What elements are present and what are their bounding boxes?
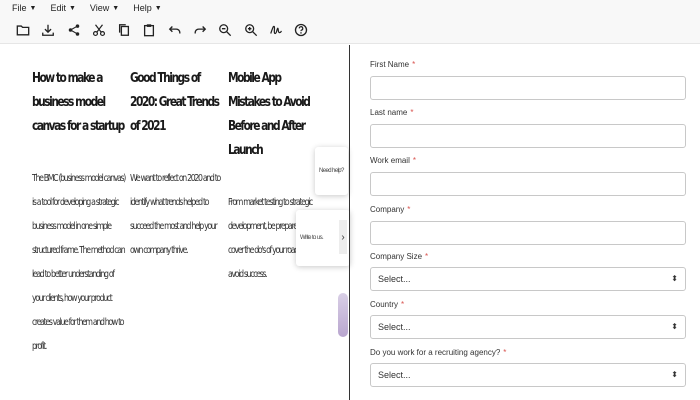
last-name-group: Last name * bbox=[370, 108, 686, 148]
first-name-label: First Name * bbox=[370, 60, 416, 69]
redo-icon bbox=[194, 26, 207, 34]
download-icon bbox=[42, 24, 55, 36]
share-button[interactable] bbox=[67, 21, 92, 39]
work-email-label: Work email * bbox=[370, 156, 416, 165]
select-arrows-icon: ⬍ bbox=[671, 322, 678, 331]
company-size-value: Select... bbox=[378, 274, 411, 284]
recruiting-agency-select[interactable]: Select... ⬍ bbox=[370, 363, 686, 387]
chat-popup-text: Need help? bbox=[319, 168, 344, 174]
article-title[interactable]: How to make a business model canvas for … bbox=[32, 67, 125, 139]
chat-popup-secondary-text: Write to us. bbox=[300, 235, 324, 241]
menu-view[interactable]: View ▼ bbox=[90, 3, 119, 13]
menu-view-label: View bbox=[89, 3, 110, 13]
redo-button[interactable] bbox=[193, 21, 218, 39]
zoom-out-button[interactable] bbox=[218, 21, 243, 39]
signature-button[interactable] bbox=[269, 21, 294, 39]
article-excerpt: We want to reflect on 2020 and to identi… bbox=[130, 173, 221, 256]
zoom-out-icon bbox=[219, 24, 232, 37]
menu-edit-label: Edit bbox=[50, 3, 66, 13]
country-select[interactable]: Select... ⬍ bbox=[370, 315, 686, 339]
company-field[interactable] bbox=[370, 221, 686, 245]
first-name-group: First Name * bbox=[370, 60, 686, 100]
zoom-in-icon bbox=[244, 24, 257, 37]
article-excerpt: The BMC (business model canvas) is a too… bbox=[32, 173, 126, 352]
recruiting-agency-value: Select... bbox=[378, 370, 411, 380]
caret-down-icon: ▼ bbox=[68, 4, 76, 12]
download-button[interactable] bbox=[41, 21, 66, 39]
icon-toolbar bbox=[16, 21, 320, 39]
article-title[interactable]: Good Things of 2020: Great Trends of 202… bbox=[130, 67, 223, 139]
company-label: Company * bbox=[370, 205, 411, 214]
cut-icon bbox=[92, 24, 105, 37]
menu-bar: File ▼ Edit ▼ View ▼ Help ▼ bbox=[12, 3, 176, 13]
open-folder-button[interactable] bbox=[16, 21, 41, 39]
share-icon bbox=[68, 24, 79, 36]
last-name-label: Last name * bbox=[370, 108, 414, 117]
caret-down-icon: ▼ bbox=[154, 4, 162, 12]
company-size-select[interactable]: Select... ⬍ bbox=[370, 267, 686, 291]
article-card[interactable]: Good Things of 2020: Great Trends of 202… bbox=[130, 67, 222, 263]
article-card[interactable]: How to make a business model canvas for … bbox=[32, 67, 126, 359]
work-email-group: Work email * bbox=[370, 156, 686, 196]
company-size-group: Company Size * Select... ⬍ bbox=[370, 252, 686, 291]
last-name-field[interactable] bbox=[370, 124, 686, 148]
recruiting-agency-label: Do you work for a recruiting agency? * bbox=[370, 348, 507, 357]
menu-file[interactable]: File ▼ bbox=[12, 3, 36, 13]
chat-popup[interactable]: Need help? bbox=[315, 147, 348, 195]
undo-icon bbox=[168, 26, 181, 34]
pane-divider[interactable] bbox=[349, 45, 350, 400]
caret-down-icon: ▼ bbox=[29, 4, 37, 12]
help-button[interactable] bbox=[294, 21, 319, 39]
country-value: Select... bbox=[378, 322, 411, 332]
cut-button[interactable] bbox=[92, 21, 117, 39]
menu-help-label: Help bbox=[133, 3, 152, 13]
article-title[interactable]: Mobile App Mistakes to Avoid Before and … bbox=[228, 67, 321, 163]
folder-icon bbox=[16, 25, 30, 36]
copy-button[interactable] bbox=[117, 21, 142, 39]
zoom-in-button[interactable] bbox=[244, 21, 269, 39]
chat-launcher-handle[interactable] bbox=[338, 293, 348, 337]
signature-icon bbox=[270, 25, 282, 35]
undo-button[interactable] bbox=[168, 21, 193, 39]
help-icon bbox=[295, 23, 308, 37]
caret-down-icon: ▼ bbox=[112, 4, 120, 12]
country-group: Country * Select... ⬍ bbox=[370, 300, 686, 339]
work-email-field[interactable] bbox=[370, 172, 686, 196]
chevron-right-icon[interactable]: › bbox=[339, 220, 347, 254]
country-label: Country * bbox=[370, 300, 405, 309]
paste-button[interactable] bbox=[142, 21, 167, 39]
copy-icon bbox=[119, 24, 130, 36]
menu-help[interactable]: Help ▼ bbox=[133, 3, 161, 13]
company-group: Company * bbox=[370, 205, 686, 245]
select-arrows-icon: ⬍ bbox=[671, 274, 678, 283]
app-toolbar: File ▼ Edit ▼ View ▼ Help ▼ bbox=[0, 0, 700, 44]
company-size-label: Company Size * bbox=[370, 252, 429, 261]
select-arrows-icon: ⬍ bbox=[671, 370, 678, 379]
first-name-field[interactable] bbox=[370, 76, 686, 100]
menu-file-label: File bbox=[12, 3, 27, 13]
paste-icon bbox=[144, 24, 155, 37]
menu-edit[interactable]: Edit ▼ bbox=[50, 3, 75, 13]
recruiting-agency-group: Do you work for a recruiting agency? * Se… bbox=[370, 348, 686, 387]
